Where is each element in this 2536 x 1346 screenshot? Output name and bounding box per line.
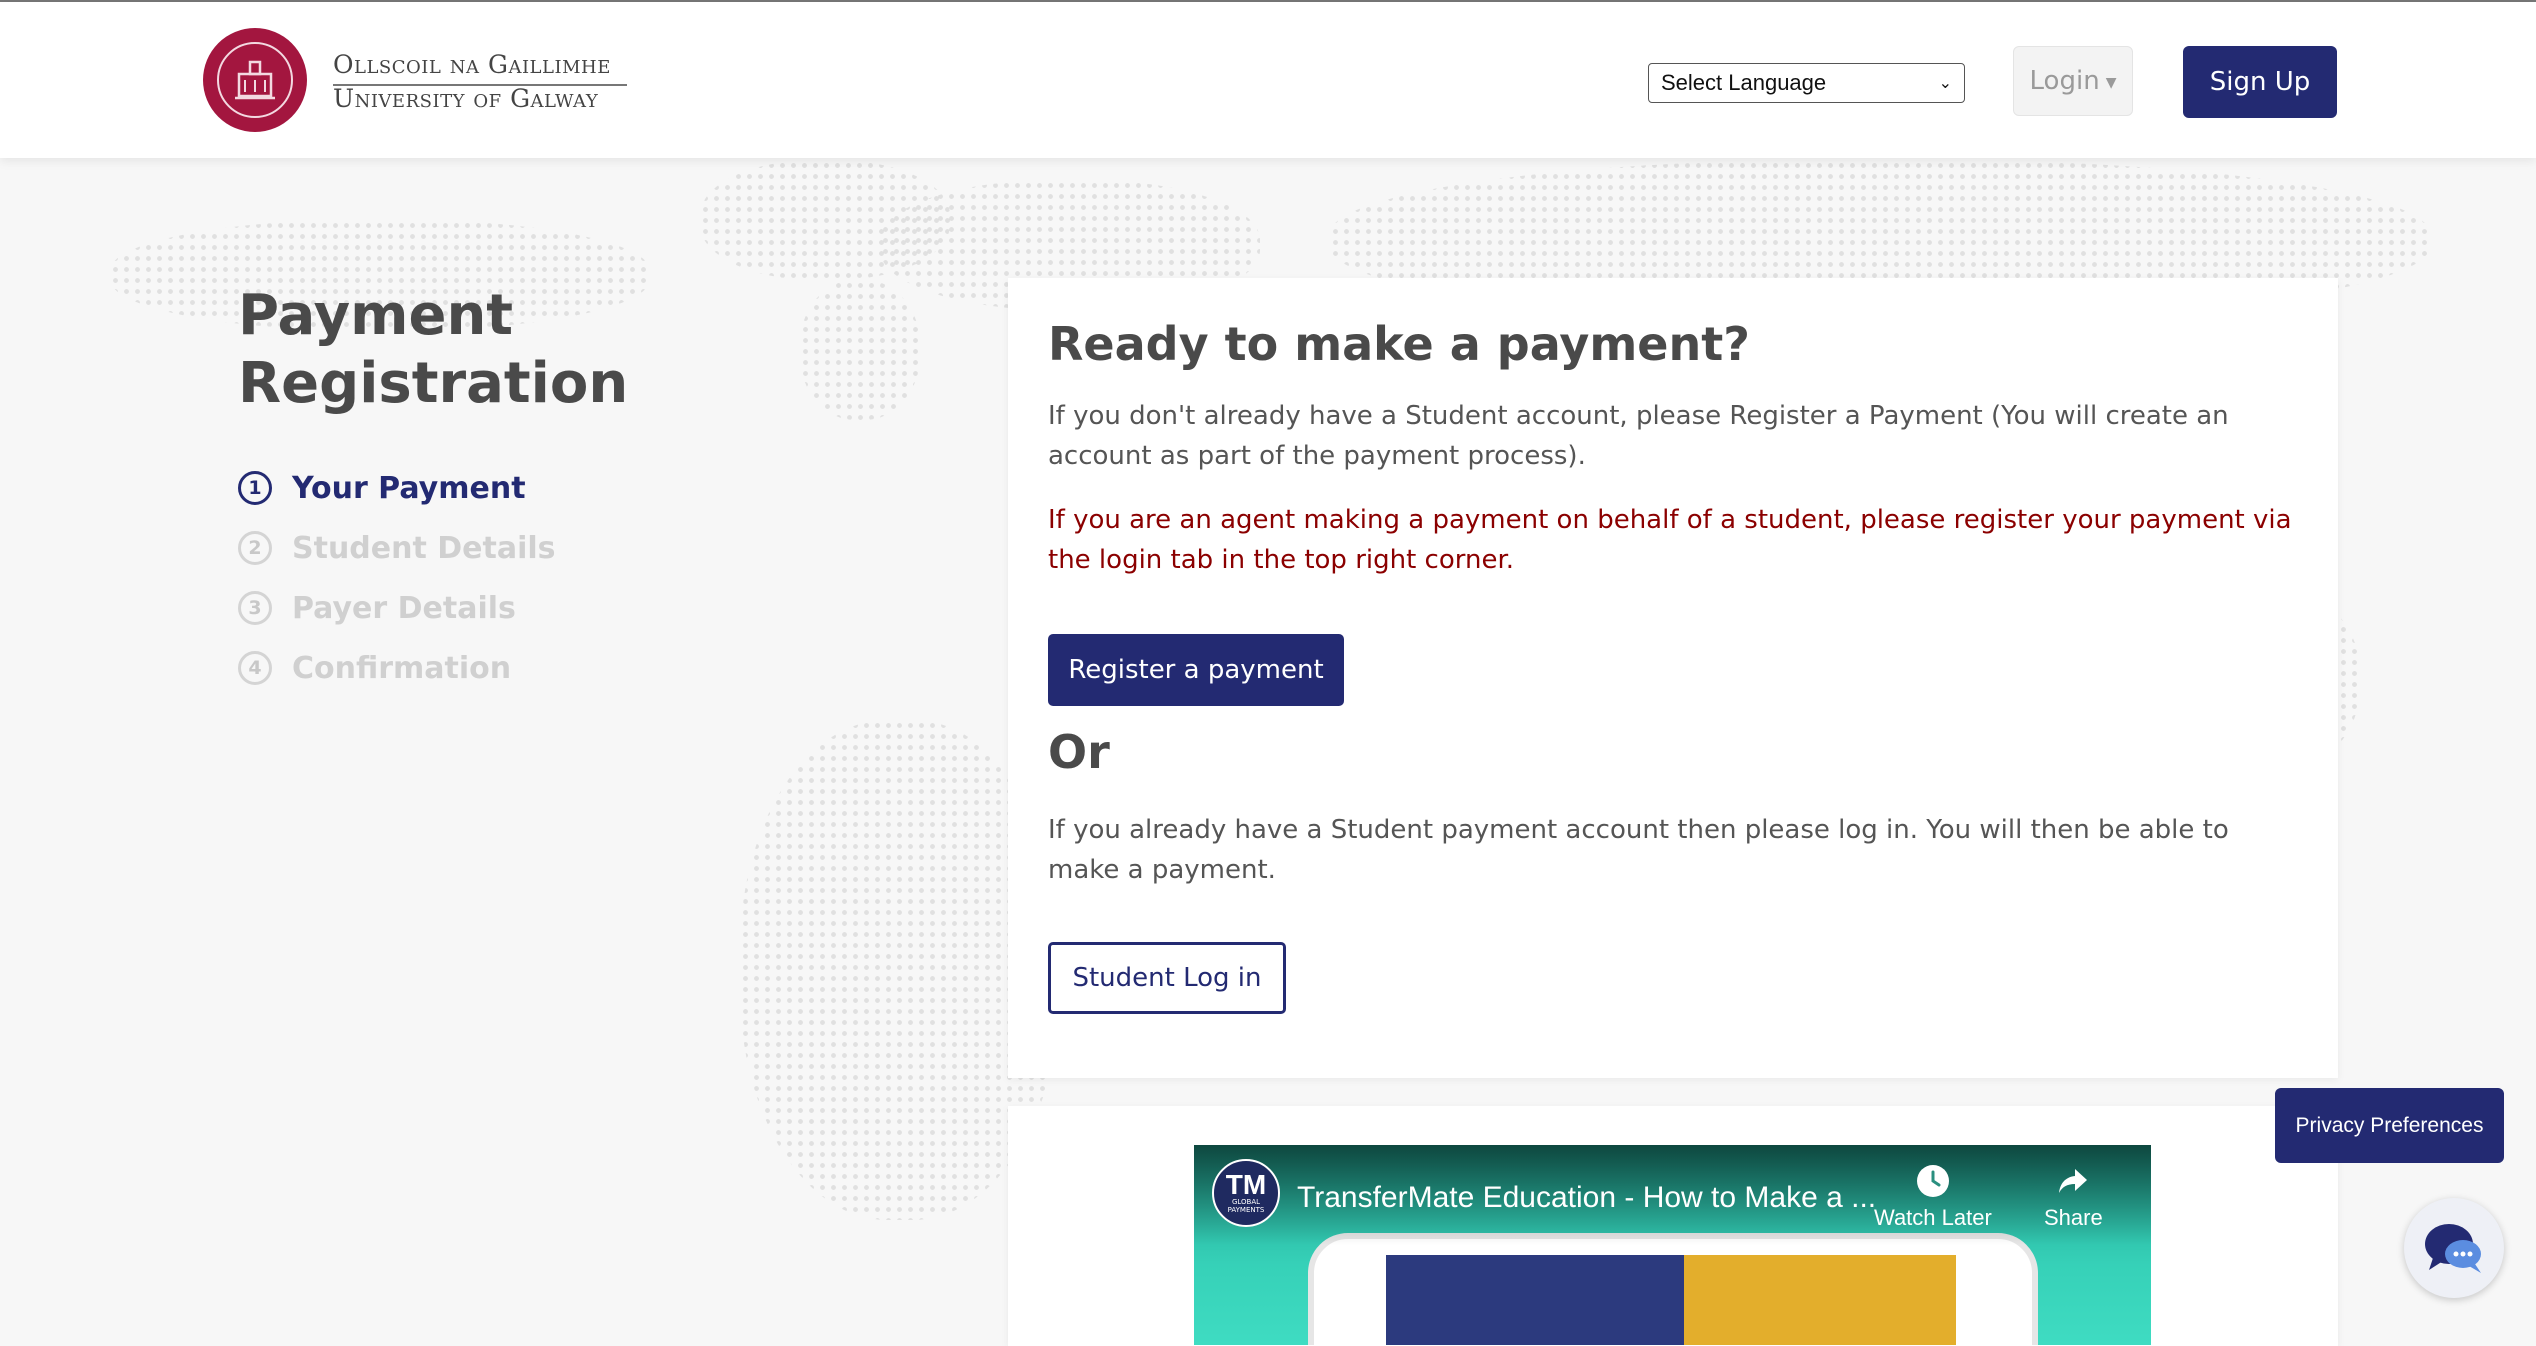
logo-divider (333, 84, 627, 86)
sign-up-button[interactable]: Sign Up (2183, 46, 2337, 118)
video-title[interactable]: TransferMate Education - How to Make a .… (1297, 1181, 1876, 1215)
watch-later-label: Watch Later (1874, 1205, 1992, 1230)
agent-notice: If you are an agent making a payment on … (1048, 505, 2292, 575)
step-label: Your Payment (292, 470, 526, 506)
registration-stepper: 1 Your Payment 2 Student Details 3 Payer… (238, 458, 556, 698)
step-payer-details: 3 Payer Details (238, 578, 556, 638)
step-number: 1 (238, 471, 272, 505)
register-payment-button[interactable]: Register a payment (1048, 634, 1344, 706)
caret-down-icon: ▼ (2105, 75, 2117, 91)
chat-bubble-icon (2425, 1224, 2481, 1273)
share-label: Share (2044, 1205, 2103, 1230)
logo-english-name: University of Galway (333, 84, 599, 113)
payment-card: Ready to make a payment? If you don't al… (1008, 278, 2338, 1078)
step-number: 3 (238, 591, 272, 625)
step-number: 2 (238, 531, 272, 565)
step-number: 4 (238, 651, 272, 685)
step-label: Payer Details (292, 590, 516, 626)
video-panel-navy (1386, 1255, 1684, 1345)
card-heading: Ready to make a payment? (1048, 317, 1750, 371)
login-label: Login (2029, 66, 2100, 96)
or-divider-label: Or (1048, 725, 1110, 779)
share-icon (2059, 1169, 2088, 1193)
university-logo[interactable]: Ollscoil na Gaillimhe University of Galw… (203, 28, 633, 136)
step-label: Confirmation (292, 650, 512, 686)
channel-avatar-text: TM (1225, 1169, 1267, 1200)
watch-later-button[interactable]: Watch Later (1874, 1163, 1992, 1231)
video-player[interactable]: TM GLOBAL PAYMENTS TransferMate Educatio… (1194, 1145, 2151, 1345)
login-dropdown-button[interactable]: Login ▼ (2013, 46, 2133, 116)
clock-icon (1916, 1165, 1949, 1197)
step-your-payment: 1 Your Payment (238, 458, 556, 518)
page-title: Payment Registration (238, 283, 629, 416)
chevron-down-icon: ⌄ (1938, 75, 1952, 92)
video-panel-yellow (1684, 1255, 1956, 1345)
student-login-button[interactable]: Student Log in (1048, 942, 1286, 1014)
existing-account-text: If you already have a Student payment ac… (1048, 815, 2229, 885)
step-confirmation: 4 Confirmation (238, 638, 556, 698)
site-header: Ollscoil na Gaillimhe University of Galw… (0, 2, 2536, 158)
channel-avatar-subtext: GLOBAL PAYMENTS (1227, 1198, 1265, 1214)
step-student-details: 2 Student Details (238, 518, 556, 578)
language-select[interactable]: Select Language ⌄ (1648, 63, 1965, 103)
chat-widget-button[interactable] (2404, 1198, 2504, 1298)
intro-text: If you don't already have a Student acco… (1048, 401, 2229, 471)
step-label: Student Details (292, 530, 556, 566)
logo-irish-name: Ollscoil na Gaillimhe (333, 50, 611, 79)
language-select-value: Select Language (1661, 70, 1827, 95)
share-button[interactable]: Share (2044, 1163, 2103, 1231)
channel-avatar[interactable]: TM GLOBAL PAYMENTS (1212, 1159, 1280, 1227)
university-seal-icon (203, 28, 307, 132)
privacy-preferences-button[interactable]: Privacy Preferences (2275, 1088, 2504, 1163)
